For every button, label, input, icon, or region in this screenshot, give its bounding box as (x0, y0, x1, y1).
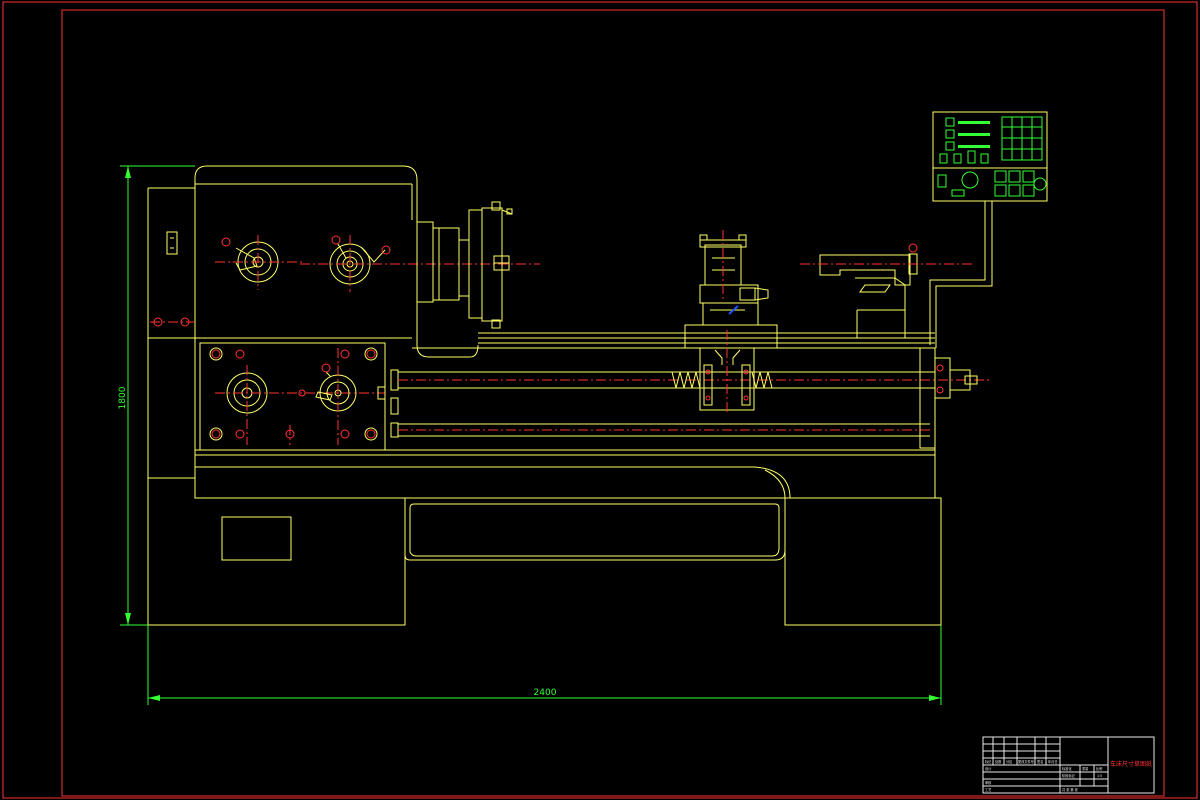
title-block-label-design: 设计 (985, 766, 992, 771)
sight-glass (166, 231, 178, 255)
right-cabinet (784, 497, 942, 626)
end-bearing (919, 347, 978, 449)
lead-screw (390, 369, 990, 438)
title-block-label-mark: 标记 (985, 759, 992, 764)
title-block-title: 车床尺寸草图纸 (1110, 760, 1152, 768)
title-block-label-count: 处数 (995, 759, 1002, 764)
title-block-sheet: 共 张 第 张 (1062, 787, 1079, 792)
tailstock (800, 243, 975, 339)
spindle-chuck (416, 201, 513, 329)
carriage (684, 230, 778, 415)
bed-body (194, 348, 936, 499)
dimension-height-label: 1800 (118, 386, 128, 409)
feed-box (199, 342, 386, 451)
sheet-inner-border (61, 9, 1165, 797)
title-block-label-process: 工艺 (985, 787, 991, 792)
title-block-label-sign: 签名 (1037, 759, 1043, 764)
lathe-drawing: 1800 2400 车床尺寸草图纸 标记 处数 分区 更改文件号 签名 年月日 (2, 1, 1198, 799)
lathe-base (147, 187, 942, 626)
title-block-label-stage: 阶段标记 (1062, 773, 1076, 778)
dimension-height: 1800 (118, 165, 195, 626)
dimension-width: 2400 (147, 625, 942, 705)
title-block-label-weight: 重量 (1082, 766, 1089, 771)
nameplate (221, 516, 292, 561)
sheet-outer-border (2, 1, 1198, 799)
control-panel[interactable] (929, 111, 1048, 348)
title-block-label-zone: 分区 (1006, 759, 1013, 764)
title-block-label-standard: 标准化 (1062, 766, 1072, 771)
title-block: 车床尺寸草图纸 标记 处数 分区 更改文件号 签名 年月日 设计 审核 工艺 标… (982, 736, 1155, 794)
title-block-label-scale: 比例 (1096, 766, 1102, 771)
title-block-ratio: 1:5 (1097, 774, 1102, 778)
title-block-label-check: 审核 (985, 780, 992, 785)
title-block-label-date: 年月日 (1048, 759, 1058, 764)
title-block-label-change: 更改文件号 (1018, 759, 1034, 764)
dimension-width-label: 2400 (534, 688, 557, 698)
speed-knob-left (215, 235, 305, 290)
feed-knob-left (215, 365, 385, 445)
